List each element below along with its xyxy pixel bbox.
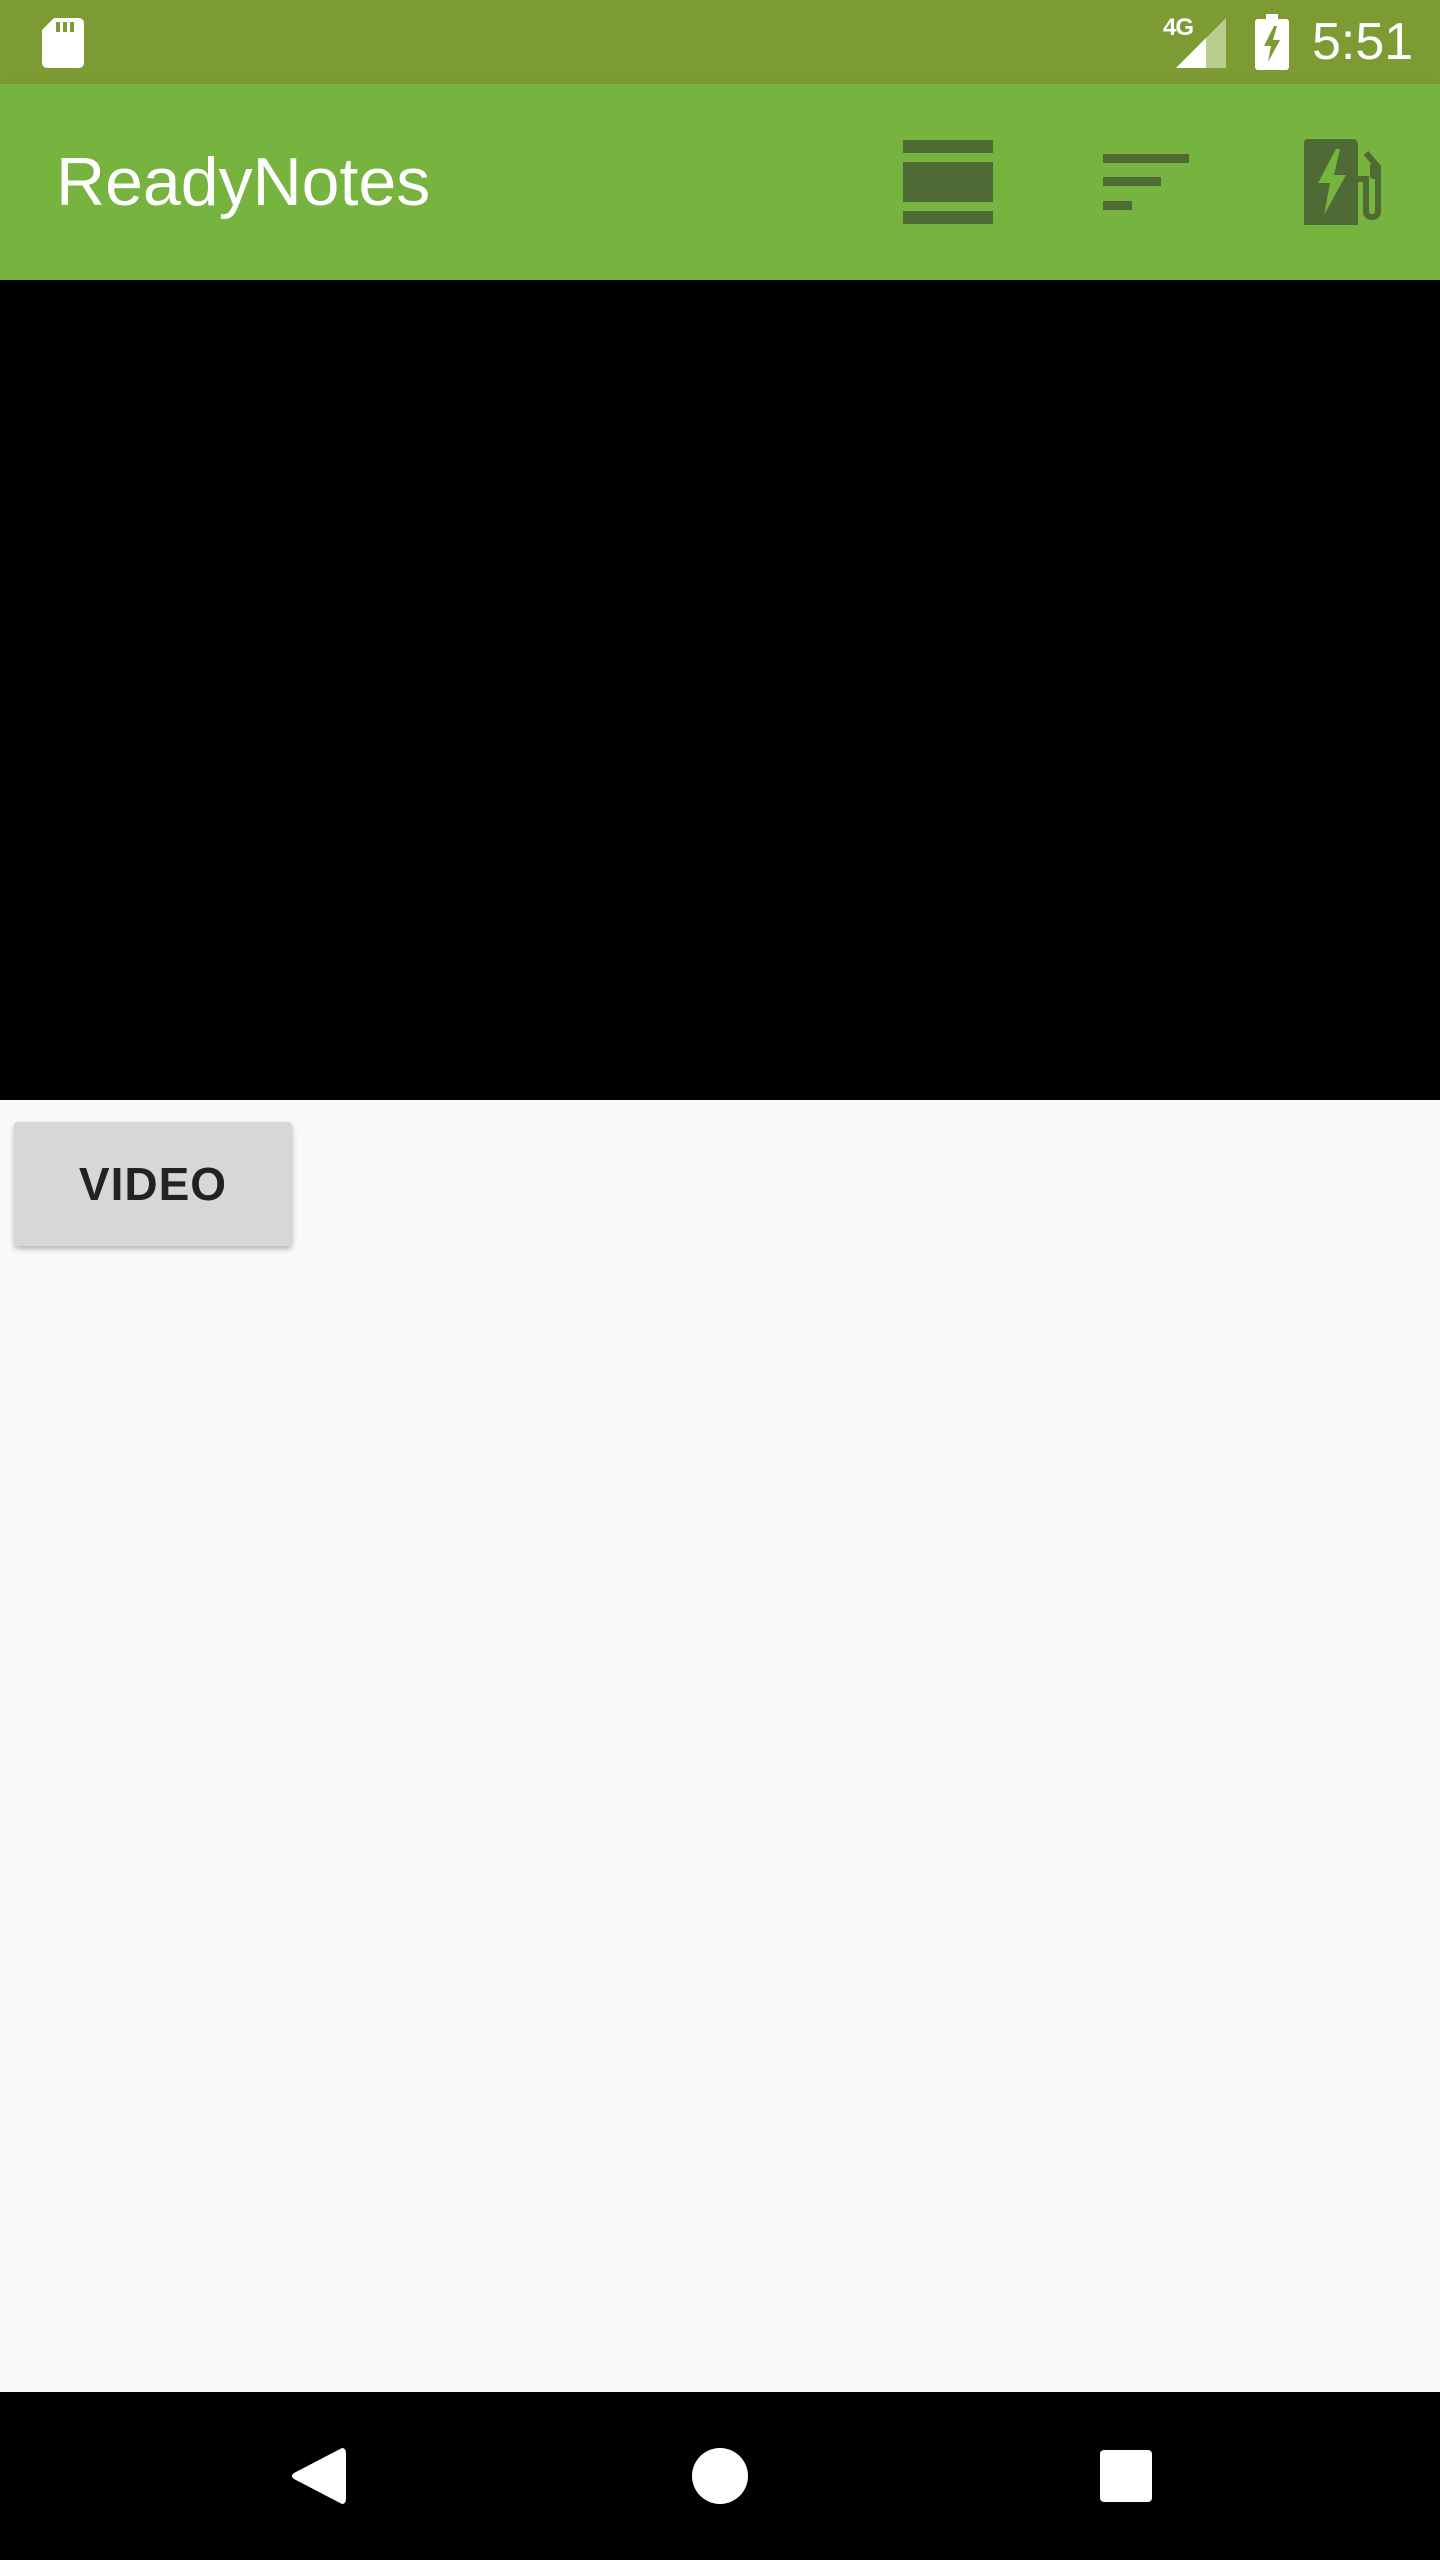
status-clock: 5:51 (1312, 13, 1414, 71)
status-bar: 4G 5:51 (0, 0, 1440, 84)
video-button[interactable]: VIDEO (14, 1122, 292, 1246)
view-stream-icon (903, 140, 993, 224)
ev-station-icon (1304, 139, 1381, 225)
back-button[interactable] (268, 2426, 368, 2526)
video-view[interactable] (0, 280, 1440, 1100)
back-triangle-icon (292, 2448, 346, 2504)
recents-button[interactable] (1076, 2426, 1176, 2526)
sort-icon (1103, 154, 1189, 210)
ev-station-button[interactable] (1294, 132, 1394, 232)
navigation-bar (0, 2392, 1440, 2560)
signal-icon (1176, 18, 1226, 68)
battery-charging-icon (1255, 14, 1289, 70)
home-circle-icon (692, 2448, 748, 2504)
view-stream-button[interactable] (898, 132, 998, 232)
sort-button[interactable] (1096, 132, 1196, 232)
recents-square-icon (1100, 2450, 1152, 2502)
sd-card-icon (42, 18, 84, 68)
app-title: ReadyNotes (56, 144, 431, 220)
home-button[interactable] (670, 2426, 770, 2526)
app-bar: ReadyNotes (0, 84, 1440, 280)
